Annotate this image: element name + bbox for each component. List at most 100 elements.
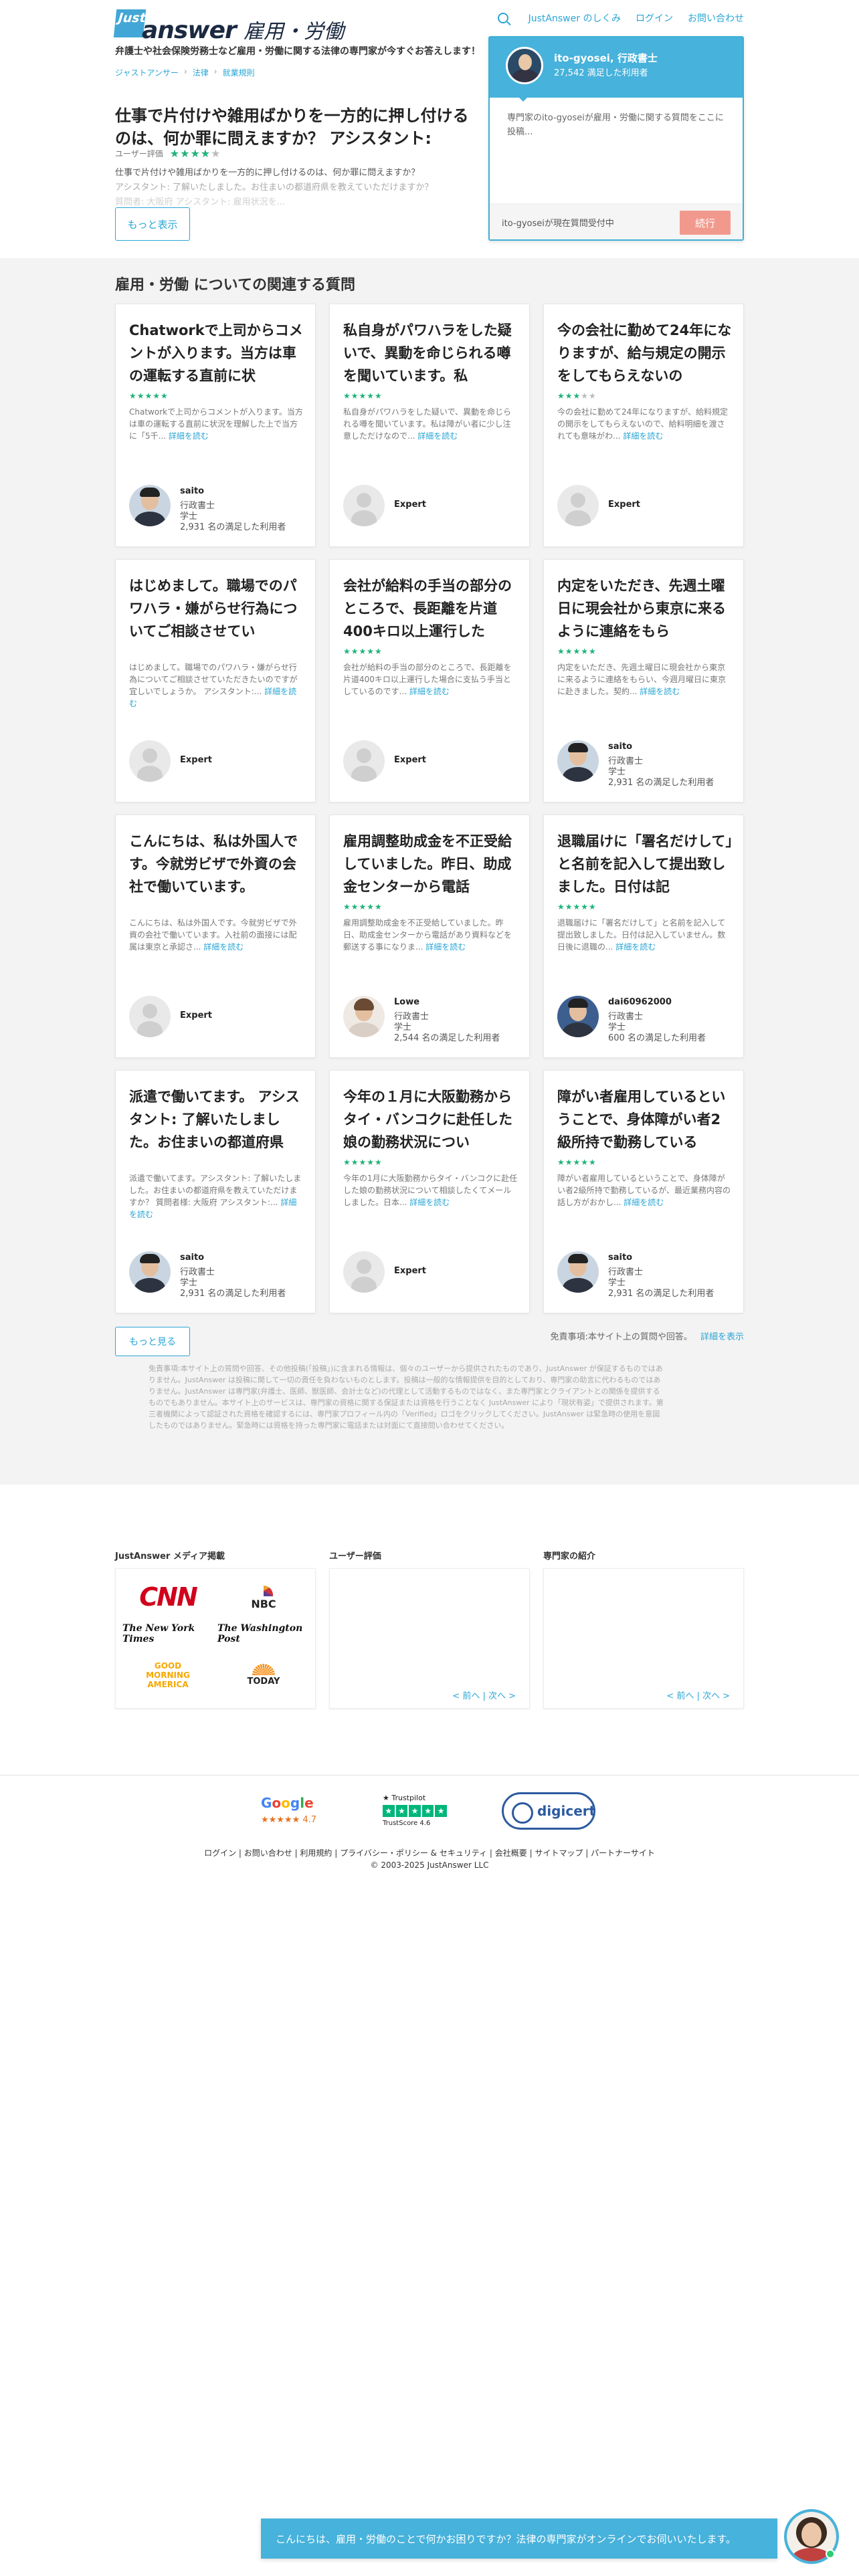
- expert-name: Expert: [608, 500, 641, 510]
- related-question-card[interactable]: 退職届けに「署名だけして」と名前を記入して提出致しました。日付は記 ★★★★★ 退職…: [543, 815, 744, 1058]
- card-expert: saito 行政書士 学士 2,931 名の満足した利用者: [557, 738, 733, 788]
- related-question-card[interactable]: 今年の１月に大阪勤務からタイ・バンコクに赴任した娘の勤務状況につい ★★★★★ 今年…: [329, 1070, 530, 1313]
- card-title[interactable]: 内定をいただき、先週土曜日に現会社から東京に来るように連絡をもら: [557, 574, 733, 643]
- related-question-card[interactable]: 派遣で働いてます。 アシスタント: 了解いたしました。お住まいの都道府県 派遣で働…: [115, 1070, 316, 1313]
- card-title[interactable]: 派遣で働いてます。 アシスタント: 了解いたしました。お住まいの都道府県: [129, 1085, 304, 1154]
- card-rating-stars: ★★★★★: [557, 647, 597, 656]
- read-more-link[interactable]: 詳細を読む: [425, 942, 466, 952]
- card-title[interactable]: 今年の１月に大阪勤務からタイ・バンコクに赴任した娘の勤務状況につい: [343, 1085, 518, 1154]
- read-more-link[interactable]: 詳細を読む: [169, 431, 209, 441]
- card-title[interactable]: 今の会社に勤めて24年になりますが、給与規定の開示をしてもらえないの: [557, 319, 733, 387]
- expert-status: ito-gyoseiが現在質問受付中: [502, 219, 614, 229]
- reviews-box: < 前へ | 次へ >: [329, 1568, 530, 1709]
- related-question-card[interactable]: こんにちは、私は外国人です。今就労ビザで外資の会社で働いています。 こんにちは、私…: [115, 815, 316, 1058]
- read-more-link[interactable]: 詳細を読む: [417, 431, 458, 441]
- expert-name: saito: [608, 1253, 633, 1263]
- expert-name: Expert: [394, 500, 427, 510]
- card-title[interactable]: 私自身がパワハラをした疑いで、異動を命じられる噂を聞いています。私: [343, 319, 518, 387]
- card-rating-stars: ★★★★★: [557, 902, 597, 911]
- search-icon[interactable]: [497, 13, 508, 23]
- google-rating: ★★★★★ 4.7: [261, 1815, 317, 1825]
- rating-label: ユーザー評価: [115, 149, 163, 158]
- card-title[interactable]: 雇用調整助成金を不正受給していました。昨日、助成金センターから電話: [343, 830, 518, 898]
- info-columns: JustAnswer メディア掲載 CNN NBC The New York T…: [115, 1549, 744, 1716]
- read-more-link[interactable]: 詳細を読む: [409, 687, 450, 696]
- question-body: 仕事で片付けや雑用ばかりを一方的に押し付けるのは、何か罪に問えますか？ アシスタ…: [115, 166, 476, 210]
- nav-login[interactable]: ログイン: [636, 11, 673, 25]
- card-rating-stars: ★★★★★: [343, 647, 383, 656]
- card-title[interactable]: 退職届けに「署名だけして」と名前を記入して提出致しました。日付は記: [557, 830, 733, 898]
- media-logos-box: CNN NBC The New York Times The Washingto…: [115, 1568, 316, 1709]
- reviews-pager[interactable]: < 前へ | 次へ >: [452, 1689, 516, 1701]
- footer-copyright: © 2003-2025 JustAnswer LLC: [370, 1860, 489, 1870]
- expert-name: Expert: [394, 1266, 427, 1276]
- nav-contact[interactable]: お問い合わせ: [688, 11, 744, 25]
- show-more-button[interactable]: もっと表示: [115, 207, 190, 241]
- card-expert: Expert: [557, 482, 733, 530]
- footer-links[interactable]: ログイン | お問い合わせ | 利用規約 | プライバシー・ポリシー & セキュ…: [0, 1847, 859, 1858]
- disclaimer-body: 免責事項:本サイト上の質問や回答、その他投稿(「投稿」)に含まれる情報は、個々の…: [149, 1364, 664, 1430]
- expert-name: saito: [180, 1253, 205, 1263]
- chat-invite-bar[interactable]: こんにちは、雇用・労働のことで何かお困りですか？法律の専門家がオンラインでお伺い…: [261, 2518, 777, 2559]
- related-question-card[interactable]: 今の会社に勤めて24年になりますが、給与規定の開示をしてもらえないの ★★★★★ 今…: [543, 304, 744, 547]
- expert-name: Lowe: [394, 997, 420, 1007]
- related-question-card[interactable]: 障がい者雇用しているということで、身体障がい者2級所持で勤務している ★★★★★ 障…: [543, 1070, 744, 1313]
- card-snippet: 今年の1月に大阪勤務からタイ・バンコクに赴任した娘の勤務状況について相談したくて…: [343, 1174, 518, 1207]
- nav-how-it-works[interactable]: JustAnswer のしくみ: [529, 11, 621, 25]
- justanswer-logo[interactable]: Just answer 雇用・労働: [113, 9, 490, 44]
- card-expert: saito 行政書士 学士 2,931 名の満足した利用者: [129, 1249, 304, 1299]
- related-question-card[interactable]: 雇用調整助成金を不正受給していました。昨日、助成金センターから電話 ★★★★★ 雇用…: [329, 815, 530, 1058]
- see-more-button[interactable]: もっと見る: [115, 1327, 190, 1356]
- breadcrumb-work-rules[interactable]: 就業規則: [223, 67, 255, 78]
- washington-post-logo: The Washington Post: [217, 1623, 303, 1644]
- related-question-card[interactable]: Chatworkで上司からコメントが入ります。当方は車の運転する直前に状 ★★★★…: [115, 304, 316, 547]
- card-expert: saito 行政書士 学士 2,931 名の満足した利用者: [129, 482, 304, 532]
- card-title[interactable]: 障がい者雇用しているということで、身体障がい者2級所持で勤務している: [557, 1085, 733, 1154]
- breadcrumb-law[interactable]: 法律: [193, 67, 209, 78]
- online-status-icon: [826, 2549, 835, 2559]
- related-question-card[interactable]: 内定をいただき、先週土曜日に現会社から東京に来るように連絡をもら ★★★★★ 内定を…: [543, 559, 744, 802]
- card-title[interactable]: はじめまして。職場でのパワハラ・嫌がらせ行為についてご相談させてい: [129, 574, 304, 643]
- card-expert: Expert: [343, 1249, 518, 1297]
- read-more-link[interactable]: 詳細を読む: [615, 942, 656, 952]
- peacock-icon: [254, 1585, 273, 1596]
- card-title[interactable]: こんにちは、私は外国人です。今就労ビザで外資の会社で働いています。: [129, 830, 304, 898]
- question-rating: ユーザー評価 ★★★★★: [115, 147, 221, 160]
- read-more-link[interactable]: 詳細を読む: [640, 687, 680, 696]
- card-snippet: 雇用調整助成金を不正受給していました。昨日、助成金センターから電話があり資料など…: [343, 918, 512, 952]
- expert-avatar: [129, 485, 171, 526]
- card-title[interactable]: Chatworkで上司からコメントが入ります。当方は車の運転する直前に状: [129, 319, 304, 387]
- expert-name: Expert: [180, 755, 213, 765]
- card-title[interactable]: 会社が給料の手当の部分のところで、長距離を片道400キロ以上運行した: [343, 574, 518, 643]
- expert-name: ito-gyosei, 行政書士: [554, 52, 658, 64]
- expert-satisfied-count: 2,931 名の満足した利用者: [608, 778, 714, 788]
- related-question-card[interactable]: 私自身がパワハラをした疑いで、異動を命じられる噂を聞いています。私 ★★★★★ 私自…: [329, 304, 530, 547]
- chat-bubble-tail: [516, 95, 530, 102]
- breadcrumb: ジャストアンサー › 法律 › 就業規則: [115, 67, 255, 78]
- expert-avatar: [129, 1251, 171, 1293]
- related-question-card[interactable]: はじめまして。職場でのパワハラ・嫌がらせ行為についてご相談させてい はじめまして。…: [115, 559, 316, 802]
- expert-name: Expert: [180, 1010, 213, 1021]
- breadcrumb-home[interactable]: ジャストアンサー: [115, 67, 179, 78]
- top-nav: JustAnswer のしくみ ログイン お問い合わせ: [482, 9, 744, 27]
- read-more-link[interactable]: 詳細を読む: [624, 1198, 664, 1207]
- experts-pager[interactable]: < 前へ | 次へ >: [666, 1689, 730, 1701]
- related-question-card[interactable]: 会社が給料の手当の部分のところで、長距離を片道400キロ以上運行した ★★★★★ 会…: [329, 559, 530, 802]
- continue-button[interactable]: 続行: [680, 211, 731, 235]
- read-more-link[interactable]: 詳細を読む: [409, 1198, 450, 1207]
- tagline: 弁護士や社会保険労務士など雇用・労働に関する法律の専門家が今すぐお答えします！: [115, 46, 480, 57]
- expert-avatar: [129, 740, 171, 782]
- disclaimer-header: 免責事項:本サイト上の質問や回答。 詳細を表示: [550, 1329, 744, 1342]
- read-more-link[interactable]: 詳細を読む: [203, 942, 244, 952]
- expert-avatar: [343, 485, 385, 526]
- nbc-logo: NBC: [247, 1582, 280, 1613]
- card-expert: Expert: [343, 738, 518, 786]
- card-expert: dai60962000 行政書士 学士 600 名の満足した利用者: [557, 993, 733, 1043]
- read-more-link[interactable]: 詳細を読む: [623, 431, 663, 441]
- disclaimer-detail-link[interactable]: 詳細を表示: [700, 1332, 744, 1342]
- expert-avatar: [129, 996, 171, 1037]
- expert-satisfied-count: 2,931 名の満足した利用者: [180, 522, 286, 532]
- trustpilot-badge: ★ Trustpilot ★ ★ ★ ★ ★ TrustScore 4.6: [383, 1794, 447, 1830]
- card-snippet: Chatworkで上司からコメントが入ります。当方は車の運転する直前に状況を理解…: [129, 407, 303, 441]
- trustpilot-name: ★ Trustpilot: [383, 1794, 426, 1802]
